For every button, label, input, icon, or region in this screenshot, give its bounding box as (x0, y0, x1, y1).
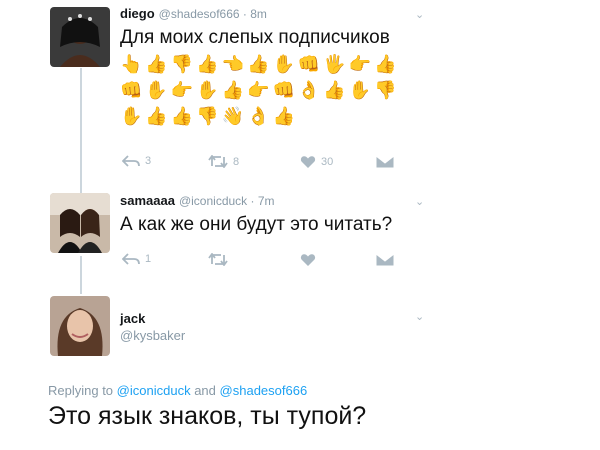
emoji-row: ✋👍👍👎👋👌👍 (120, 106, 298, 126)
display-name[interactable]: diego (120, 6, 155, 21)
retweet-icon (208, 253, 228, 266)
reply-count: 3 (145, 155, 152, 167)
timestamp[interactable]: 7m (258, 194, 275, 208)
timestamp[interactable]: 8m (250, 7, 267, 21)
emoji-row: 👊✋👉✋👍👉👊👌👍✋👎 (120, 80, 400, 100)
avatar[interactable] (50, 296, 110, 356)
tweet-header: diego @shadesof666 · 8m (120, 6, 267, 21)
display-name[interactable]: jack (120, 311, 145, 326)
avatar[interactable] (50, 193, 110, 253)
like-count: 30 (321, 156, 334, 168)
avatar[interactable] (50, 7, 110, 67)
reply-icon (122, 253, 140, 265)
like-button[interactable]: 30 (300, 155, 333, 169)
thread-line (80, 68, 82, 193)
reply-button[interactable]: 1 (122, 253, 151, 265)
like-button[interactable] (300, 253, 316, 267)
retweet-icon (208, 155, 228, 168)
chevron-down-icon[interactable]: ⌄ (415, 8, 424, 21)
message-button[interactable] (375, 155, 395, 169)
emoji-row: 👆👍👎👍👈👍✋👊🖐👉👍 (120, 54, 400, 74)
heart-icon (300, 254, 316, 266)
direct-message-icon (375, 155, 395, 169)
username[interactable]: @shadesof666 (159, 7, 240, 21)
chevron-down-icon[interactable]: ⌄ (415, 310, 424, 323)
replying-to-line: Replying to @iconicduck and @shadesof666 (48, 383, 307, 398)
username[interactable]: @kysbaker (120, 328, 185, 343)
retweet-count: 8 (233, 155, 240, 168)
reply-icon (122, 155, 140, 167)
tweet-text: Для моих слепых подписчиков (120, 27, 390, 48)
retweet-button[interactable]: 8 (208, 155, 239, 168)
chevron-down-icon[interactable]: ⌄ (415, 195, 424, 208)
tweet-text: А как же они будут это читать? (120, 214, 393, 235)
replying-prefix: Replying to (48, 383, 114, 398)
reply-count: 1 (145, 253, 152, 265)
mention-link[interactable]: @iconicduck (117, 383, 191, 398)
heart-icon (300, 156, 316, 168)
username[interactable]: @iconicduck (179, 194, 247, 208)
reply-button[interactable]: 3 (122, 155, 151, 167)
retweet-button[interactable] (208, 253, 228, 266)
thread-line (80, 256, 82, 294)
mention-link[interactable]: @shadesof666 (220, 383, 308, 398)
display-name[interactable]: samaaaa (120, 193, 175, 208)
message-button[interactable] (375, 253, 395, 267)
tweet-header: samaaaa @iconicduck · 7m (120, 193, 275, 208)
reply-text: Это язык знаков, ты тупой? (48, 402, 367, 430)
and-word: and (194, 383, 216, 398)
direct-message-icon (375, 253, 395, 267)
